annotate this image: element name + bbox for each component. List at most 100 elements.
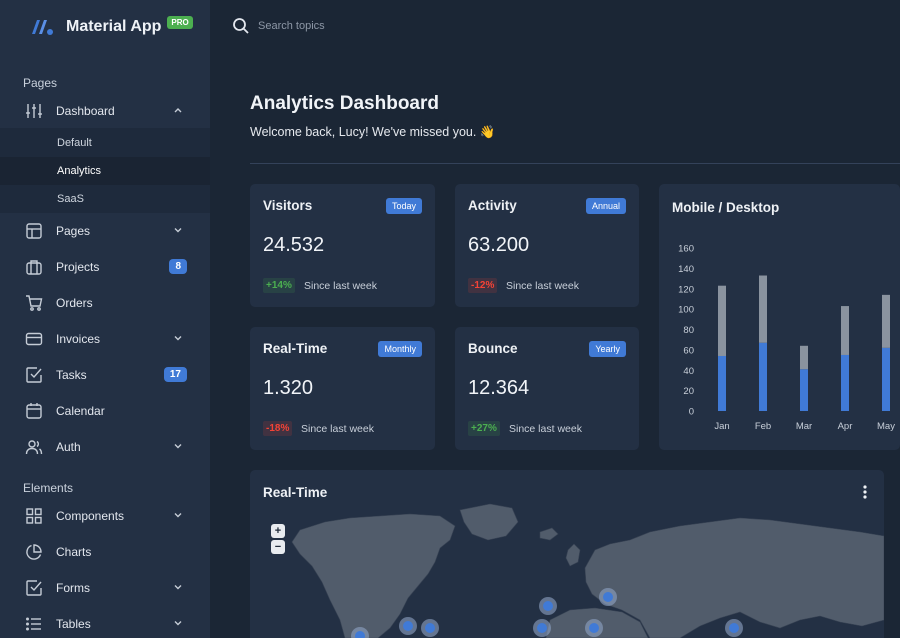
sidebar-item-auth[interactable]: Auth — [0, 429, 210, 465]
bar-segment[interactable] — [759, 342, 767, 411]
dashboard-submenu: Default Analytics SaaS — [0, 128, 210, 213]
sidebar-item-label: Tasks — [56, 368, 87, 382]
section-title-pages: Pages — [23, 76, 58, 90]
chevron-down-icon[interactable] — [172, 509, 184, 521]
chevron-down-icon[interactable] — [172, 332, 184, 344]
pro-badge: PRO — [167, 15, 193, 29]
cart-icon — [25, 294, 43, 312]
stat-since: Since last week — [304, 280, 377, 292]
sidebar-item-label: Orders — [56, 296, 93, 310]
sliders-icon — [25, 102, 43, 120]
bar-segment[interactable] — [800, 345, 808, 370]
sidebar-item-tables[interactable]: Tables — [0, 606, 210, 638]
piechart-icon — [25, 543, 43, 561]
mobile-desktop-card: Mobile / Desktop 0 20 40 60 80 100 120 140 160 Ja… — [659, 184, 900, 450]
layout-icon — [25, 222, 43, 240]
bar-chart: 0 20 40 60 80 100 120 140 160 Jan Feb Mar Apr May — [678, 244, 895, 433]
stat-period-badge: Annual — [585, 198, 626, 214]
bar-segment[interactable] — [800, 369, 808, 411]
search-input[interactable] — [258, 15, 498, 37]
sidebar-item-components[interactable]: Components — [0, 498, 210, 534]
y-tick-label: 120 — [678, 284, 694, 295]
sidebar-item-label: Pages — [56, 224, 91, 238]
chevron-up-icon[interactable] — [172, 104, 184, 116]
chevron-down-icon[interactable] — [172, 440, 184, 452]
sidebar-item-label: Invoices — [56, 332, 101, 346]
world-map[interactable] — [250, 470, 884, 638]
calendar-icon — [25, 402, 43, 420]
bar-segment[interactable] — [718, 355, 726, 411]
stat-change: +27% — [468, 421, 500, 436]
y-tick-label: 100 — [678, 305, 694, 316]
count-badge: 17 — [163, 367, 187, 382]
sidebar-item-label: Calendar — [56, 404, 105, 418]
chevron-down-icon[interactable] — [172, 617, 184, 629]
y-tick-label: 140 — [678, 264, 694, 275]
sidebar-item-projects[interactable]: Projects 8 — [0, 249, 210, 285]
y-tick-label: 80 — [683, 325, 694, 336]
page-subtitle: Welcome back, Lucy! We've missed you. 👋 — [250, 125, 496, 139]
search-icon[interactable] — [232, 17, 250, 35]
sub-item-analytics[interactable]: Analytics — [0, 157, 210, 185]
checkbox-icon — [25, 579, 43, 597]
chevron-down-icon[interactable] — [172, 224, 184, 236]
stat-period-badge: Monthly — [378, 341, 422, 357]
stat-title: Bounce — [468, 341, 518, 356]
brand[interactable]: Material App PRO — [30, 14, 193, 40]
bar-segment[interactable] — [882, 347, 890, 411]
sidebar-item-label: Tables — [56, 617, 91, 631]
bar-segment[interactable] — [841, 354, 849, 411]
y-tick-label: 20 — [683, 386, 694, 397]
stat-value: 12.364 — [468, 377, 530, 399]
users-icon — [25, 438, 43, 456]
brand-name: Material App — [66, 18, 162, 35]
stat-since: Since last week — [301, 423, 374, 435]
stat-period-badge: Yearly — [589, 341, 626, 357]
x-tick-label: Feb — [755, 421, 771, 432]
topbar — [210, 0, 900, 52]
sidebar-item-forms[interactable]: Forms — [0, 570, 210, 606]
sidebar-item-charts[interactable]: Charts — [0, 534, 210, 570]
stat-title: Visitors — [263, 198, 313, 213]
bar-segment[interactable] — [882, 294, 890, 348]
x-tick-label: May — [877, 421, 895, 432]
stat-card-visitors: Visitors Today 24.532 +14% Since last we… — [250, 184, 435, 307]
realtime-map-card: Real-Time + − — [250, 470, 884, 638]
chevron-down-icon[interactable] — [172, 581, 184, 593]
stat-value: 63.200 — [468, 234, 530, 256]
stat-change: +14% — [263, 278, 295, 293]
sidebar-item-dashboard[interactable]: Dashboard — [0, 93, 210, 129]
sub-item-default[interactable]: Default — [0, 129, 210, 157]
stat-change: -12% — [468, 278, 498, 293]
list-icon — [25, 615, 43, 633]
stat-value: 24.532 — [263, 234, 325, 256]
y-tick-label: 0 — [689, 407, 694, 418]
bar-segment[interactable] — [759, 275, 767, 343]
bar-segment[interactable] — [718, 285, 726, 356]
sidebar-item-orders[interactable]: Orders — [0, 285, 210, 321]
section-title-elements: Elements — [23, 481, 74, 495]
stat-change: -18% — [263, 421, 293, 436]
card-icon — [25, 330, 43, 348]
sidebar-item-label: Components — [56, 509, 125, 523]
stat-since: Since last week — [506, 280, 579, 292]
x-tick-label: Mar — [796, 421, 812, 432]
page-title: Analytics Dashboard — [250, 93, 439, 114]
briefcase-icon — [25, 258, 43, 276]
sidebar-item-calendar[interactable]: Calendar — [0, 393, 210, 429]
bar-segment[interactable] — [841, 306, 849, 355]
divider — [250, 163, 900, 164]
sidebar-item-invoices[interactable]: Invoices — [0, 321, 210, 357]
y-tick-label: 40 — [683, 366, 694, 377]
sidebar-item-tasks[interactable]: Tasks 17 — [0, 357, 210, 393]
y-tick-label: 60 — [683, 345, 694, 356]
stat-card-bounce: Bounce Yearly 12.364 +27% Since last wee… — [455, 327, 639, 450]
sidebar-item-label: Charts — [56, 545, 92, 559]
sub-item-saas[interactable]: SaaS — [0, 185, 210, 213]
sidebar-item-pages[interactable]: Pages — [0, 213, 210, 249]
stat-title: Real-Time — [263, 341, 328, 356]
sidebar-item-label: Dashboard — [56, 104, 115, 118]
stat-title: Activity — [468, 198, 517, 213]
stat-period-badge: Today — [385, 198, 422, 214]
sidebar: Material App PRO Pages Dashboard Default… — [0, 0, 210, 638]
